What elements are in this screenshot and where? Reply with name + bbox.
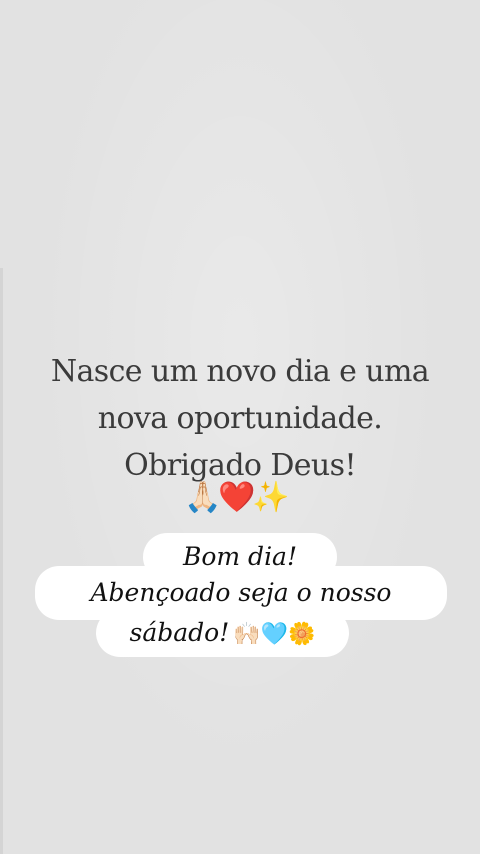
raising-hands-icon: 🙌🏻: [233, 622, 261, 647]
caption-emojis: 🙌🏻🩵🌼: [233, 622, 315, 647]
caption-line-2: Abençoado seja o nosso: [90, 578, 392, 607]
sparkles-icon: ✨: [252, 480, 290, 515]
heart-icon: ❤️: [218, 480, 256, 515]
quote-text: Nasce um novo dia e uma nova oportunidad…: [0, 348, 480, 489]
quote-line-2: nova oportunidade.: [97, 401, 383, 436]
caption-bubble-3: sábado! 🙌🏻🩵🌼: [96, 609, 349, 657]
quote-emoji-row: 🙏🏻 ❤️ ✨: [184, 480, 290, 516]
flower-icon: 🌼: [288, 622, 316, 647]
quote-line-1: Nasce um novo dia e uma: [50, 354, 430, 389]
caption-line-3: sábado!: [129, 618, 230, 647]
pray-icon: 🙏🏻: [184, 480, 222, 515]
blue-heart-icon: 🩵: [260, 622, 289, 647]
